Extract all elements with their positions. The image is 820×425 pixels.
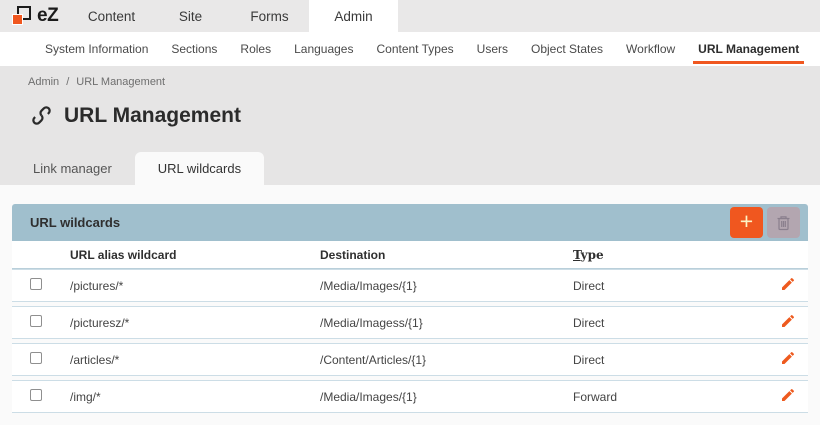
admin-nav-item-sections[interactable]: Sections <box>171 32 217 66</box>
ez-logo-text: eZ <box>37 5 58 27</box>
top-nav-item-forms[interactable]: Forms <box>230 0 309 32</box>
trash-icon <box>776 215 791 231</box>
breadcrumb-item-admin[interactable]: Admin <box>28 76 59 88</box>
plus-icon: + <box>740 210 753 233</box>
link-icon <box>22 96 60 134</box>
top-nav: eZ Content Site Forms Admin <box>0 0 820 32</box>
add-wildcard-button[interactable]: + <box>730 207 763 238</box>
delete-wildcard-button[interactable] <box>767 207 800 238</box>
page-head: Admin / URL Management URL Management Li… <box>0 66 820 185</box>
row-url-alias-wildcard: /picturesz/* <box>58 316 308 330</box>
content-area: URL wildcards + URL alias wildcard Desti… <box>0 185 820 413</box>
top-nav-item-site[interactable]: Site <box>151 0 230 32</box>
edit-wildcard-button[interactable] <box>778 311 798 334</box>
breadcrumb-item-url-management: URL Management <box>76 76 165 88</box>
admin-nav-item-roles[interactable]: Roles <box>240 32 271 66</box>
column-header-destination: Destination <box>308 248 561 262</box>
table-header-row: URL alias wildcard Destination Type <box>12 241 808 269</box>
breadcrumb: Admin / URL Management <box>0 66 820 88</box>
row-url-alias-wildcard: /articles/* <box>58 353 308 367</box>
pencil-icon <box>780 276 796 292</box>
row-checkbox[interactable] <box>30 352 42 364</box>
ez-logo-icon <box>11 5 33 27</box>
edit-wildcard-button[interactable] <box>778 274 798 297</box>
row-url-alias-wildcard: /img/* <box>58 390 308 404</box>
row-destination: /Media/Images/{1} <box>308 279 561 293</box>
admin-nav-item-languages[interactable]: Languages <box>294 32 353 66</box>
row-checkbox[interactable] <box>30 315 42 327</box>
row-checkbox[interactable] <box>30 389 42 401</box>
row-destination: /Content/Articles/{1} <box>308 353 561 367</box>
row-type: Direct <box>561 279 768 293</box>
table-row: /articles/* /Content/Articles/{1} Direct <box>12 343 808 376</box>
row-type: Direct <box>561 316 768 330</box>
top-nav-item-admin[interactable]: Admin <box>309 0 398 32</box>
row-destination: /Media/Imagess/{1} <box>308 316 561 330</box>
row-url-alias-wildcard: /pictures/* <box>58 279 308 293</box>
top-nav-item-content[interactable]: Content <box>72 0 151 32</box>
column-header-type: Type <box>561 248 768 262</box>
panel-title: URL wildcards <box>30 215 730 230</box>
admin-nav: System Information Sections Roles Langua… <box>0 32 820 66</box>
edit-wildcard-button[interactable] <box>778 385 798 408</box>
tab-bar: Link manager URL wildcards <box>0 152 820 185</box>
table-row: /picturesz/* /Media/Imagess/{1} Direct <box>12 306 808 339</box>
row-checkbox[interactable] <box>30 278 42 290</box>
page-title: URL Management <box>64 104 241 128</box>
admin-nav-item-object-states[interactable]: Object States <box>531 32 603 66</box>
column-header-url-alias-wildcard: URL alias wildcard <box>58 248 308 262</box>
table-row: /pictures/* /Media/Images/{1} Direct <box>12 269 808 302</box>
pencil-icon <box>780 313 796 329</box>
admin-nav-item-content-types[interactable]: Content Types <box>376 32 453 66</box>
table-body: /pictures/* /Media/Images/{1} Direct /pi… <box>12 269 808 413</box>
pencil-icon <box>780 350 796 366</box>
breadcrumb-separator: / <box>66 76 69 88</box>
ez-logo[interactable]: eZ <box>0 0 72 32</box>
tab-url-wildcards[interactable]: URL wildcards <box>135 152 264 185</box>
admin-nav-item-url-management[interactable]: URL Management <box>698 32 799 66</box>
admin-nav-item-workflow[interactable]: Workflow <box>626 32 675 66</box>
edit-wildcard-button[interactable] <box>778 348 798 371</box>
admin-nav-item-users[interactable]: Users <box>477 32 508 66</box>
url-wildcards-panel-header: URL wildcards + <box>12 204 808 241</box>
row-destination: /Media/Images/{1} <box>308 390 561 404</box>
row-type: Forward <box>561 390 768 404</box>
table-row: /img/* /Media/Images/{1} Forward <box>12 380 808 413</box>
admin-nav-item-system-information[interactable]: System Information <box>45 32 148 66</box>
pencil-icon <box>780 387 796 403</box>
row-type: Direct <box>561 353 768 367</box>
tab-link-manager[interactable]: Link manager <box>10 152 135 185</box>
